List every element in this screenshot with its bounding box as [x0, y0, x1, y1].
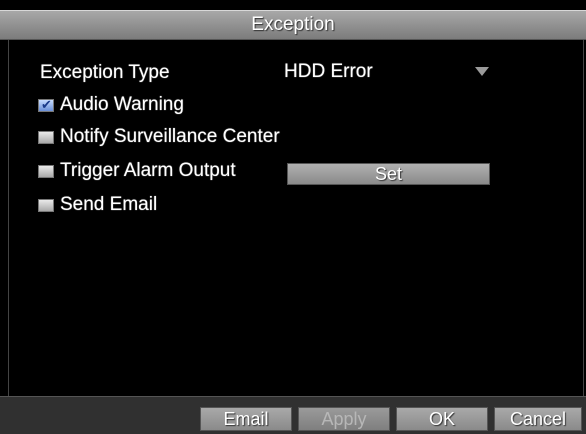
audio-warning-label: Audio Warning: [60, 94, 184, 115]
send-email-checkbox[interactable]: [38, 199, 54, 212]
checkmark-icon: ✔: [41, 97, 52, 112]
footer-bar: Email Apply OK Cancel: [0, 396, 586, 434]
email-button[interactable]: Email: [200, 407, 292, 431]
audio-warning-checkbox[interactable]: ✔: [38, 97, 54, 112]
chevron-down-icon: [475, 67, 489, 76]
set-alarm-output-button[interactable]: Set: [287, 163, 490, 185]
notify-surveillance-center-label: Notify Surveillance Center: [60, 126, 280, 147]
ok-button[interactable]: OK: [396, 407, 488, 431]
trigger-alarm-output-label: Trigger Alarm Output: [60, 160, 236, 181]
cancel-button[interactable]: Cancel: [494, 407, 582, 431]
trigger-alarm-output-checkbox[interactable]: [38, 165, 54, 178]
notify-surveillance-center-checkbox[interactable]: [38, 131, 54, 144]
title-bar: Exception: [0, 10, 586, 40]
window-title: Exception: [251, 14, 335, 35]
apply-button[interactable]: Apply: [298, 407, 390, 431]
exception-type-value: HDD Error: [284, 61, 373, 82]
exception-type-dropdown[interactable]: HDD Error: [280, 61, 495, 85]
exception-type-label: Exception Type: [40, 62, 170, 83]
send-email-label: Send Email: [60, 194, 158, 215]
